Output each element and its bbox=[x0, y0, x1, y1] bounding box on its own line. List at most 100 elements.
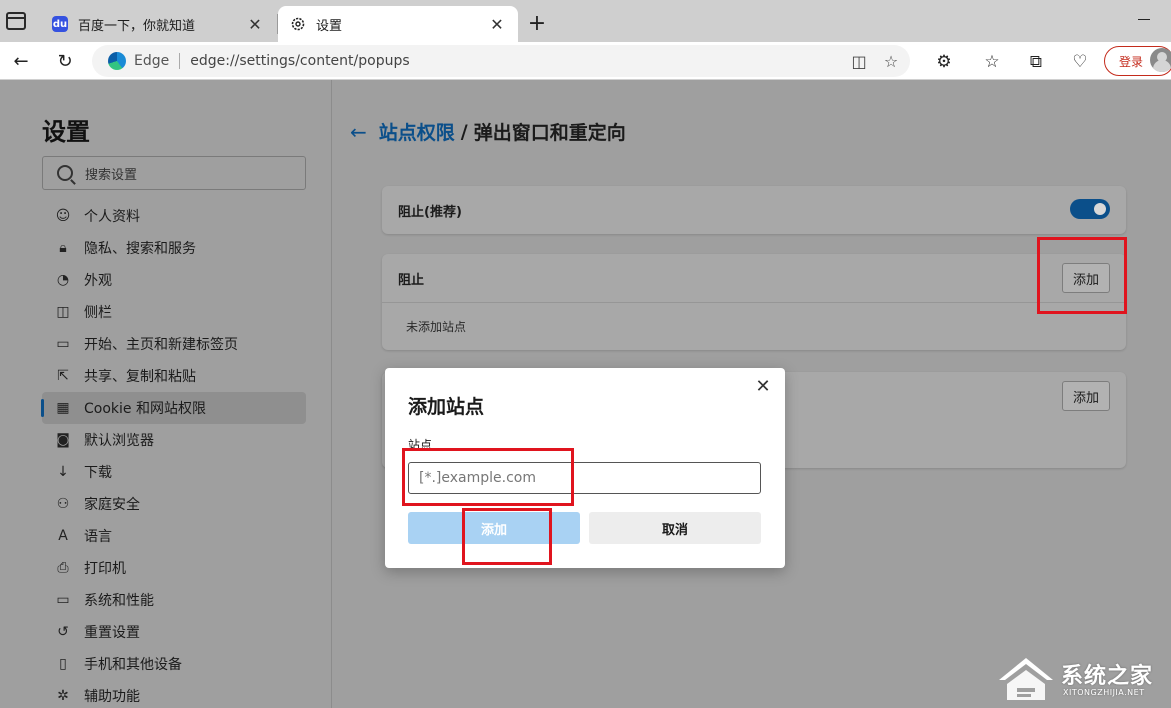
add-label: 添加 bbox=[1072, 272, 1099, 288]
address-url[interactable]: edge://settings/content/popups bbox=[190, 53, 846, 69]
block-recommended-row: 阻止(推荐) bbox=[382, 186, 1126, 234]
breadcrumb-site-permissions-link[interactable]: 站点权限 bbox=[379, 118, 455, 145]
sidebar-item-privacy[interactable]: 🔒︎ 隐私、搜索和服务 bbox=[42, 232, 306, 264]
sidebar-item-start-home[interactable]: ▭ 开始、主页和新建标签页 bbox=[42, 328, 306, 360]
browser-icon: ◙ bbox=[56, 432, 70, 448]
sidebar-item-label: 家庭安全 bbox=[84, 497, 140, 513]
block-recommended-card: 阻止(推荐) bbox=[382, 186, 1126, 234]
refresh-icon[interactable]: ↻ bbox=[52, 48, 78, 74]
sidebar-item-profile[interactable]: ☺ 个人资料 bbox=[42, 200, 306, 232]
favorites-icon[interactable]: ☆ bbox=[980, 50, 1004, 74]
back-arrow-icon[interactable]: ← bbox=[8, 48, 34, 74]
download-icon: ↓ bbox=[57, 464, 69, 480]
avatar[interactable] bbox=[1150, 48, 1171, 72]
block-add-button[interactable]: 添加 bbox=[1062, 263, 1110, 293]
sidebar-item-downloads[interactable]: ↓ 下载 bbox=[42, 456, 306, 488]
extensions-icon[interactable]: ⚙ bbox=[932, 50, 956, 74]
site-field-label: 站点 bbox=[408, 438, 433, 452]
back-arrow-icon[interactable]: ← bbox=[350, 120, 367, 144]
address-bar[interactable]: Edge edge://settings/content/popups ◫ ☆ bbox=[92, 45, 910, 77]
dialog-title: 添加站点 bbox=[408, 396, 485, 418]
minimize-icon[interactable] bbox=[1138, 8, 1150, 20]
add-favorite-icon[interactable]: ☆ bbox=[878, 48, 904, 74]
login-label: 登录 bbox=[1119, 54, 1144, 69]
page-title: 设置 bbox=[42, 118, 90, 146]
sidebar-item-label: 外观 bbox=[84, 273, 112, 289]
collections-icon[interactable]: ⧉ bbox=[1024, 50, 1048, 74]
close-icon[interactable]: ✕ bbox=[751, 374, 775, 398]
block-recommended-toggle[interactable] bbox=[1070, 199, 1110, 219]
sidebar-item-label: 辅助功能 bbox=[84, 689, 140, 705]
baidu-icon: du bbox=[52, 16, 68, 32]
tab-actions-icon[interactable] bbox=[6, 12, 26, 30]
reset-icon: ↺ bbox=[57, 624, 69, 640]
dialog-add-label: 添加 bbox=[480, 522, 507, 538]
breadcrumb: ← 站点权限 / 弹出窗口和重定向 bbox=[350, 118, 626, 145]
new-tab-button[interactable]: + bbox=[524, 10, 550, 36]
site-input[interactable] bbox=[408, 462, 761, 494]
sidebar-item-label: 重置设置 bbox=[84, 625, 140, 641]
edge-logo-icon bbox=[108, 52, 126, 70]
address-divider bbox=[179, 53, 181, 69]
sidebar-item-phone[interactable]: ▯ 手机和其他设备 bbox=[42, 648, 306, 680]
watermark-sub: XITONGZHIJIA.NET bbox=[1063, 688, 1145, 697]
sidebar-item-cookies[interactable]: ▦ Cookie 和网站权限 bbox=[41, 392, 306, 424]
sidebar-item-default-browser[interactable]: ◙ 默认浏览器 bbox=[42, 424, 306, 456]
search-icon bbox=[57, 165, 73, 181]
address-toolbar: ← ↻ Edge edge://settings/content/popups … bbox=[0, 42, 1171, 80]
tab-strip: du 百度一下，你就知道 ✕ 设置 ✕ + bbox=[0, 0, 1171, 42]
sidebar-item-label: 默认浏览器 bbox=[84, 433, 154, 449]
laptop-icon: ▭ bbox=[56, 592, 70, 608]
block-recommended-label: 阻止(推荐) bbox=[398, 204, 462, 220]
allow-add-button[interactable]: 添加 bbox=[1062, 381, 1110, 411]
sidebar-item-family[interactable]: ⚇ 家庭安全 bbox=[42, 488, 306, 520]
sidebar-item-label: 手机和其他设备 bbox=[84, 657, 182, 673]
block-empty-row: 未添加站点 bbox=[382, 302, 1126, 350]
sidebar-item-label: 个人资料 bbox=[84, 209, 140, 225]
share-icon: ⇱ bbox=[57, 368, 69, 384]
search-input[interactable]: 搜索设置 bbox=[42, 156, 306, 190]
close-icon[interactable]: ✕ bbox=[244, 13, 266, 35]
dialog-add-button[interactable]: 添加 bbox=[408, 512, 580, 544]
lock-icon: 🔒︎ bbox=[59, 240, 67, 256]
watermark-logo-icon bbox=[999, 658, 1053, 700]
settings-sidebar: 设置 搜索设置 ☺ 个人资料 🔒︎ 隐私、搜索和服务 ◔ 外观 ◫ 侧栏 ▭ 开始、主页和… bbox=[0, 80, 331, 708]
sidebar-item-label: 开始、主页和新建标签页 bbox=[84, 337, 238, 353]
sidebar-item-system[interactable]: ▭ 系统和性能 bbox=[42, 584, 306, 616]
block-list-header: 阻止 添加 bbox=[382, 254, 1126, 302]
sidebar-item-label: 系统和性能 bbox=[84, 593, 154, 609]
profile-icon: ☺ bbox=[55, 208, 71, 224]
address-brand: Edge bbox=[134, 53, 170, 69]
tab-title: 百度一下，你就知道 bbox=[78, 18, 196, 34]
language-icon: A bbox=[58, 528, 68, 544]
sidebar-item-language[interactable]: A 语言 bbox=[42, 520, 306, 552]
search-placeholder: 搜索设置 bbox=[85, 167, 138, 183]
block-empty-text: 未添加站点 bbox=[406, 320, 467, 334]
sidebar-item-sidebar[interactable]: ◫ 侧栏 bbox=[42, 296, 306, 328]
palette-icon: ◔ bbox=[56, 272, 70, 288]
add-site-dialog: ✕ 添加站点 站点 添加 取消 bbox=[385, 368, 785, 568]
sidebar-item-appearance[interactable]: ◔ 外观 bbox=[42, 264, 306, 296]
dialog-cancel-button[interactable]: 取消 bbox=[589, 512, 761, 544]
sidebar-item-label: 侧栏 bbox=[84, 305, 112, 321]
sidebar-item-printer[interactable]: ⎙ 打印机 bbox=[42, 552, 306, 584]
health-icon[interactable]: ♡ bbox=[1068, 50, 1092, 74]
sidebar-item-reset[interactable]: ↺ 重置设置 bbox=[42, 616, 306, 648]
breadcrumb-separator: / bbox=[460, 120, 468, 143]
close-icon[interactable]: ✕ bbox=[486, 13, 508, 35]
tab-settings[interactable]: 设置 ✕ bbox=[278, 6, 518, 42]
cookie-icon: ▦ bbox=[56, 400, 70, 416]
watermark: 系统之家 XITONGZHIJIA.NET bbox=[995, 652, 1171, 708]
dialog-cancel-label: 取消 bbox=[661, 522, 688, 538]
phone-icon: ▯ bbox=[59, 656, 67, 672]
sidebar-item-label: 共享、复制和粘贴 bbox=[84, 369, 196, 385]
sidebar-item-label: 隐私、搜索和服务 bbox=[84, 241, 196, 257]
sidebar-item-share[interactable]: ⇱ 共享、复制和粘贴 bbox=[42, 360, 306, 392]
tab-baidu[interactable]: du 百度一下，你就知道 ✕ bbox=[40, 6, 276, 42]
split-screen-icon[interactable]: ◫ bbox=[846, 48, 872, 74]
sidebar-item-accessibility[interactable]: ✲ 辅助功能 bbox=[42, 680, 306, 708]
family-icon: ⚇ bbox=[56, 496, 70, 512]
accessibility-icon: ✲ bbox=[57, 688, 69, 704]
add-label: 添加 bbox=[1072, 390, 1099, 406]
block-section-title: 阻止 bbox=[398, 272, 425, 288]
